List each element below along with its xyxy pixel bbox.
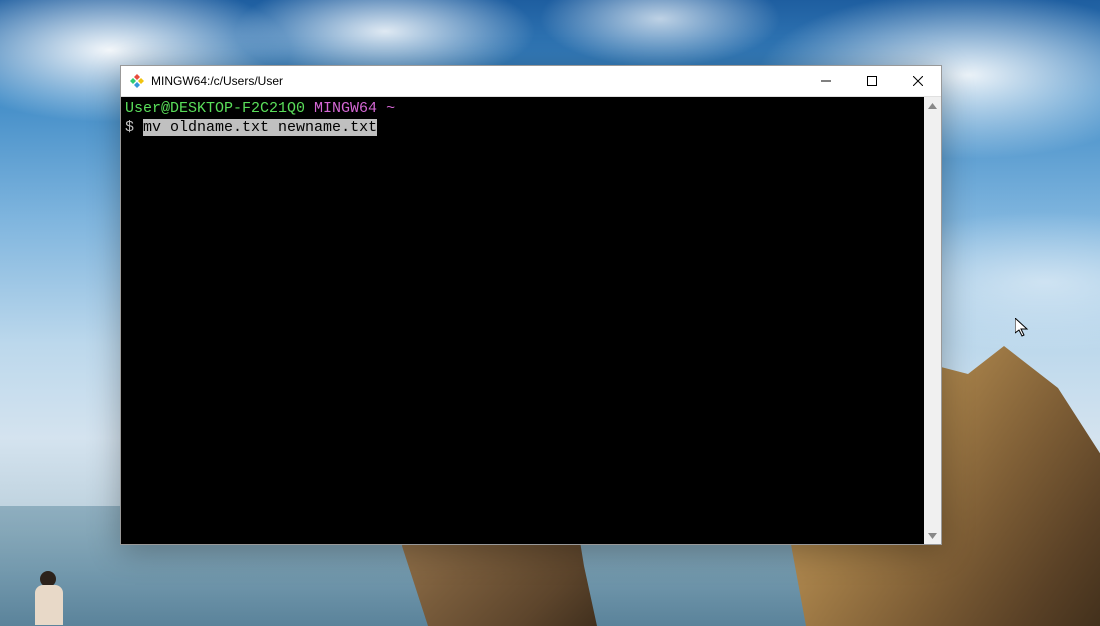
wallpaper-figure xyxy=(30,571,68,626)
terminal-body[interactable]: User@DESKTOP-F2C21Q0 MINGW64 ~ $ mv oldn… xyxy=(121,97,924,544)
terminal-command: mv oldname.txt newname.txt xyxy=(143,119,377,136)
terminal-window: MINGW64:/c/Users/User User@DESKTOP-F2C21… xyxy=(120,65,942,545)
maximize-button[interactable] xyxy=(849,66,895,96)
prompt-symbol: $ xyxy=(125,119,134,136)
scrollbar[interactable] xyxy=(924,97,941,544)
titlebar[interactable]: MINGW64:/c/Users/User xyxy=(121,66,941,97)
window-controls xyxy=(803,66,941,96)
prompt-env: MINGW64 xyxy=(314,100,377,117)
terminal-area: User@DESKTOP-F2C21Q0 MINGW64 ~ $ mv oldn… xyxy=(121,97,941,544)
mouse-cursor-icon xyxy=(1015,318,1031,338)
app-icon xyxy=(129,73,145,89)
minimize-button[interactable] xyxy=(803,66,849,96)
prompt-user-host: User@DESKTOP-F2C21Q0 xyxy=(125,100,305,117)
scroll-up-icon[interactable] xyxy=(924,97,941,114)
window-title: MINGW64:/c/Users/User xyxy=(151,74,803,88)
prompt-path: ~ xyxy=(386,100,395,117)
scroll-down-icon[interactable] xyxy=(924,527,941,544)
close-button[interactable] xyxy=(895,66,941,96)
